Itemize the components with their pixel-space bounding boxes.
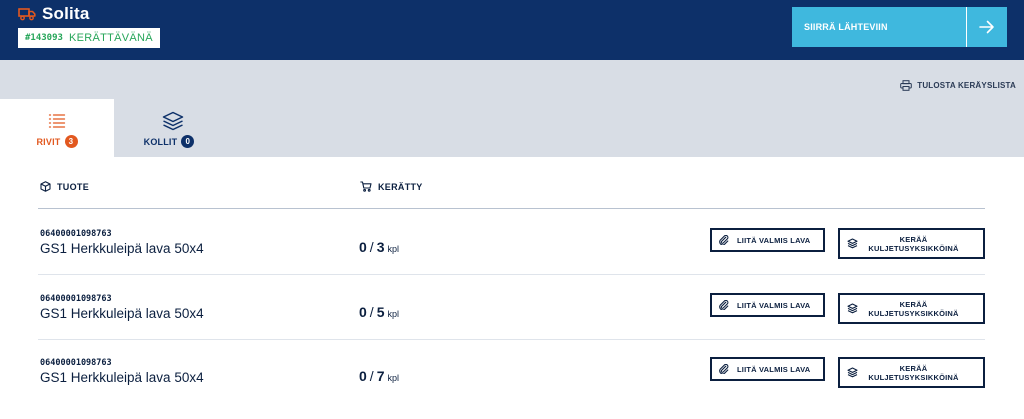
print-picklist-label: TULOSTA KERÄYSLISTA <box>917 81 1016 90</box>
product-ean: 06400001098763 <box>40 294 112 304</box>
cart-icon <box>360 181 372 192</box>
layers-icon <box>847 367 858 378</box>
truck-icon <box>18 8 36 21</box>
attach-pallet-button[interactable]: LIITÄ VALMIS LAVA <box>710 357 825 381</box>
quantity-separator: / <box>369 239 374 255</box>
list-icon <box>48 111 66 131</box>
tab-rivit-count: 3 <box>64 135 78 148</box>
product-name: GS1 Herkkuleipä lava 50x4 <box>40 306 204 321</box>
move-to-outgoing-label: SIIRRÄ LÄHTEVIIN <box>804 22 888 32</box>
attach-pallet-button[interactable]: LIITÄ VALMIS LAVA <box>710 293 825 317</box>
order-id: #143093 <box>25 33 63 43</box>
brand: Solita <box>18 4 90 24</box>
arrow-right-icon <box>966 7 1007 47</box>
layers-icon <box>847 238 858 249</box>
collect-as-units-label-line1: KERÄÄ <box>899 234 928 244</box>
collected-count: 0 <box>359 304 367 320</box>
row-divider <box>38 274 985 275</box>
paperclip-icon <box>719 300 729 310</box>
product-ean: 06400001098763 <box>40 229 112 239</box>
collect-as-units-label-line1: KERÄÄ <box>899 299 928 309</box>
printer-icon <box>900 80 913 91</box>
table-header-divider <box>38 208 985 209</box>
total-count: 5 <box>376 304 385 320</box>
tab-kollit-label: KOLLIT <box>143 136 178 147</box>
order-status: KERÄTTÄVÄNÄ <box>68 32 153 44</box>
collect-as-units-button[interactable]: KERÄÄ KULJETUSYKSIKKÖINÄ <box>838 228 985 259</box>
collect-as-units-label-line2: KULJETUSYKSIKKÖINÄ <box>868 372 959 382</box>
paperclip-icon <box>719 235 729 245</box>
tab-kollit-count: 0 <box>181 135 195 148</box>
collected-quantity: 0 / 7 kpl <box>359 368 399 384</box>
layers-icon <box>162 111 184 131</box>
move-to-outgoing-button[interactable]: SIIRRÄ LÄHTEVIIN <box>792 7 1007 47</box>
product-ean: 06400001098763 <box>40 358 112 368</box>
quantity-unit: kpl <box>387 244 399 254</box>
box-icon <box>40 181 51 192</box>
table-row: 06400001098763 GS1 Herkkuleipä lava 50x4… <box>38 357 985 419</box>
collected-count: 0 <box>359 239 367 255</box>
product-name: GS1 Herkkuleipä lava 50x4 <box>40 370 204 385</box>
quantity-separator: / <box>369 304 374 320</box>
attach-pallet-label: LIITÄ VALMIS LAVA <box>737 300 811 310</box>
attach-pallet-button[interactable]: LIITÄ VALMIS LAVA <box>710 228 825 252</box>
collect-as-units-label-line2: KULJETUSYKSIKKÖINÄ <box>868 308 959 318</box>
quantity-separator: / <box>369 368 374 384</box>
column-header-product-label: TUOTE <box>57 181 89 192</box>
tab-rivit-label: RIVIT <box>36 136 61 147</box>
column-header-collected-label: KERÄTTY <box>378 181 423 192</box>
collect-as-units-button[interactable]: KERÄÄ KULJETUSYKSIKKÖINÄ <box>838 357 985 388</box>
attach-pallet-label: LIITÄ VALMIS LAVA <box>737 364 811 374</box>
quantity-unit: kpl <box>387 373 399 383</box>
quantity-unit: kpl <box>387 309 399 319</box>
column-header-product: TUOTE <box>40 181 89 192</box>
product-name: GS1 Herkkuleipä lava 50x4 <box>40 241 204 256</box>
total-count: 3 <box>376 239 385 255</box>
row-divider <box>38 339 985 340</box>
table-row: 06400001098763 GS1 Herkkuleipä lava 50x4… <box>38 293 985 359</box>
column-header-collected: KERÄTTY <box>360 181 423 192</box>
brand-name: Solita <box>42 4 90 23</box>
print-picklist-button[interactable]: TULOSTA KERÄYSLISTA <box>900 80 1016 91</box>
collected-quantity: 0 / 5 kpl <box>359 304 399 320</box>
app-header: Solita #143093 KERÄTTÄVÄNÄ SIIRRÄ LÄHTEV… <box>0 0 1024 60</box>
collected-count: 0 <box>359 368 367 384</box>
tab-rivit[interactable]: RIVIT 3 <box>0 99 114 157</box>
table-row: 06400001098763 GS1 Herkkuleipä lava 50x4… <box>38 228 985 294</box>
layers-icon <box>847 303 858 314</box>
collect-as-units-label-line1: KERÄÄ <box>899 363 928 373</box>
paperclip-icon <box>719 364 729 374</box>
collect-as-units-label-line2: KULJETUSYKSIKKÖINÄ <box>868 243 959 253</box>
collect-as-units-button[interactable]: KERÄÄ KULJETUSYKSIKKÖINÄ <box>838 293 985 324</box>
total-count: 7 <box>376 368 385 384</box>
order-status-badge: #143093 KERÄTTÄVÄNÄ <box>18 28 160 48</box>
tab-kollit[interactable]: KOLLIT 0 <box>114 99 232 157</box>
attach-pallet-label: LIITÄ VALMIS LAVA <box>737 235 811 245</box>
collected-quantity: 0 / 3 kpl <box>359 239 399 255</box>
